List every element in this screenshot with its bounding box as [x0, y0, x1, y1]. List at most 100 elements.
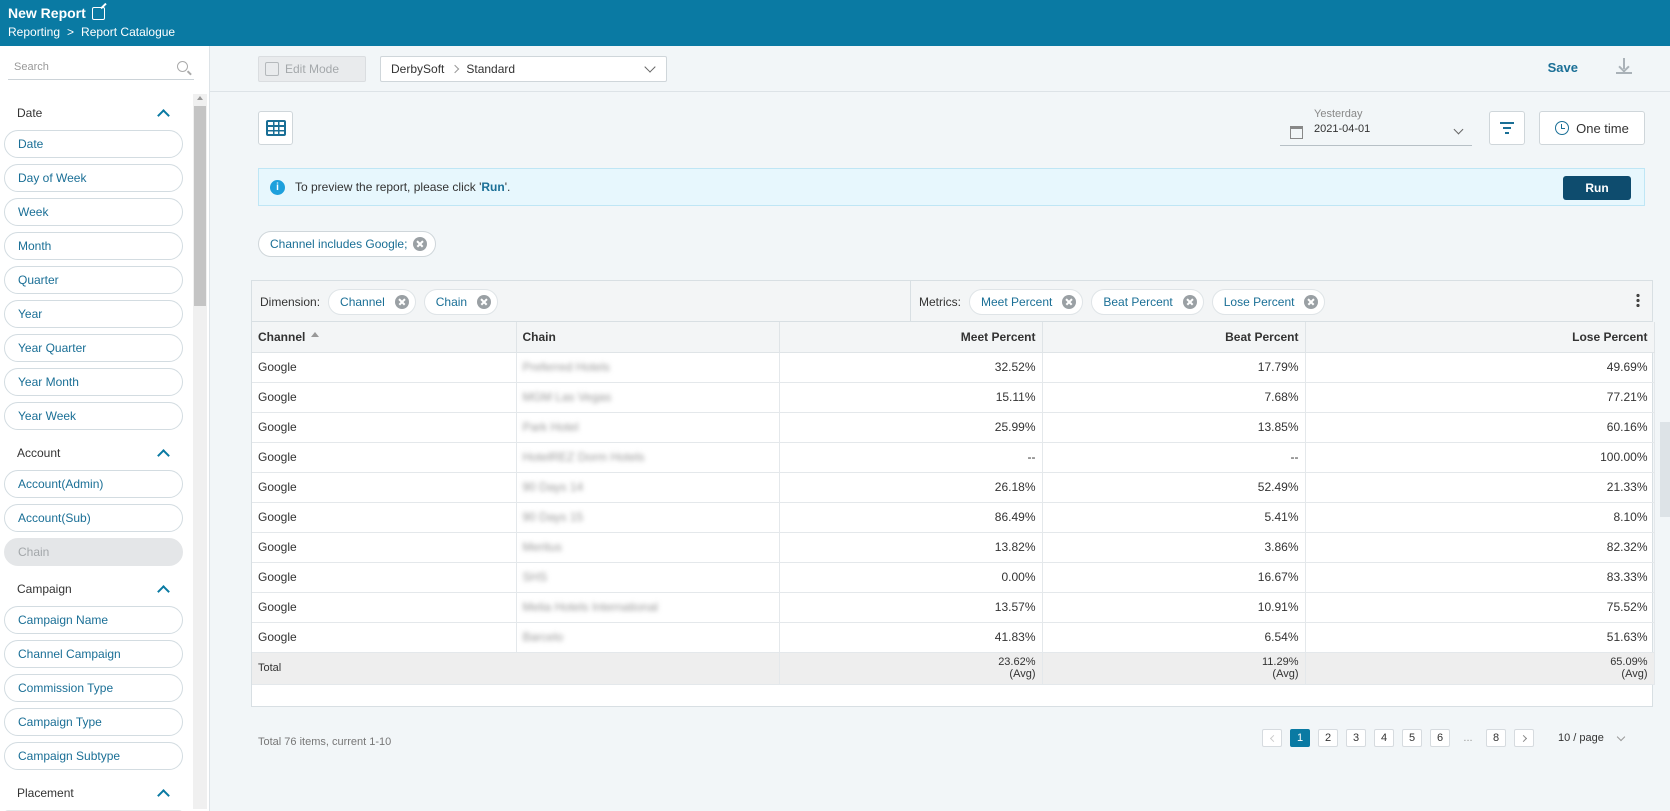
page-button[interactable]: 8	[1486, 729, 1506, 747]
field-year-quarter[interactable]: Year Quarter	[4, 334, 183, 362]
page-button[interactable]: 1	[1290, 729, 1310, 747]
scrollbar-thumb[interactable]	[194, 106, 206, 306]
chip-label: Channel	[340, 294, 385, 309]
next-page-button[interactable]	[1514, 729, 1534, 747]
chevron-up-icon[interactable]	[157, 585, 170, 598]
close-icon[interactable]	[413, 237, 428, 251]
date-picker[interactable]: Yesterday 2021-04-01	[1280, 108, 1472, 146]
breadcrumb-report-catalogue[interactable]: Report Catalogue	[81, 25, 175, 39]
page-button[interactable]: 6	[1430, 729, 1450, 747]
metric-chip-beat-percent[interactable]: Beat Percent	[1091, 288, 1204, 315]
dimension-chip-channel[interactable]: Channel	[328, 288, 416, 315]
group-date[interactable]: Date	[0, 96, 192, 130]
filter-button[interactable]	[1489, 111, 1525, 145]
field-quarter[interactable]: Quarter	[4, 266, 183, 294]
chevron-down-icon[interactable]	[1453, 124, 1464, 135]
metric-chip-lose-percent[interactable]: Lose Percent	[1211, 288, 1326, 315]
cell-chain: HotelREZ Dorm Hotels	[516, 442, 780, 473]
close-icon[interactable]	[1062, 294, 1077, 309]
cell-lose-percent: 51.63%	[1305, 622, 1655, 653]
cell-chain: Barcelo	[516, 622, 780, 653]
more-vertical-icon[interactable]	[1636, 293, 1640, 307]
column-header-lose-percent[interactable]: Lose Percent	[1305, 322, 1655, 353]
cell-lose-percent: 49.69%	[1305, 352, 1655, 383]
page-button[interactable]: 3	[1346, 729, 1366, 747]
close-icon[interactable]	[1304, 294, 1319, 309]
table-header-row: Channel Chain Meet Percent Beat Percent …	[252, 322, 1655, 353]
cell-lose-percent: 75.52%	[1305, 592, 1655, 623]
page-button[interactable]: 2	[1318, 729, 1338, 747]
column-header-channel[interactable]: Channel	[252, 322, 517, 353]
chevron-up-icon[interactable]	[157, 449, 170, 462]
chain-name-blurred: MGM Las Vegas	[522, 390, 612, 404]
close-icon[interactable]	[1182, 294, 1197, 309]
report-table-panel: Dimension: Channel Chain Metrics: Meet P…	[251, 280, 1655, 707]
field-channel-campaign[interactable]: Channel Campaign	[4, 640, 183, 668]
info-run-word: Run	[481, 180, 505, 194]
cell-chain: MGM Las Vegas	[516, 382, 780, 413]
field-year[interactable]: Year	[4, 300, 183, 328]
group-campaign[interactable]: Campaign	[0, 572, 192, 606]
schedule-label: One time	[1576, 120, 1629, 136]
table-row: Google HotelREZ Dorm Hotels -- -- 100.00%	[252, 442, 1655, 473]
metric-chip-meet-percent[interactable]: Meet Percent	[969, 288, 1084, 315]
field-year-week[interactable]: Year Week	[4, 402, 183, 430]
field-campaign-type[interactable]: Campaign Type	[4, 708, 183, 736]
prev-page-button[interactable]	[1262, 729, 1282, 747]
dimension-chip-chain[interactable]: Chain	[423, 288, 499, 315]
edit-title-icon[interactable]	[91, 6, 105, 20]
field-campaign-name[interactable]: Campaign Name	[4, 606, 183, 634]
dimension-section: Dimension: Channel Chain	[252, 281, 499, 322]
field-account-admin[interactable]: Account(Admin)	[4, 470, 183, 498]
field-month[interactable]: Month	[4, 232, 183, 260]
field-week[interactable]: Week	[4, 198, 183, 226]
run-button[interactable]: Run	[1563, 176, 1631, 200]
field-date[interactable]: Date	[4, 130, 183, 158]
chain-name-blurred: Barcelo	[522, 630, 564, 644]
page-size-select[interactable]: 10 / page	[1558, 732, 1626, 744]
sort-ascending-icon[interactable]	[311, 331, 320, 337]
chevron-up-icon[interactable]	[157, 789, 170, 802]
group-account[interactable]: Account	[0, 436, 192, 470]
template-name: Standard	[466, 62, 516, 76]
sidebar-scrollbar[interactable]	[193, 94, 207, 809]
chevron-down-icon[interactable]	[644, 61, 656, 73]
search-icon[interactable]	[177, 61, 188, 72]
total-value: 11.29%	[1262, 656, 1299, 668]
close-icon[interactable]	[394, 294, 409, 309]
field-account-sub[interactable]: Account(Sub)	[4, 504, 183, 532]
page-scrollbar[interactable]	[1660, 422, 1670, 517]
table-view-button[interactable]	[258, 111, 293, 145]
cell-lose-percent: 82.32%	[1305, 532, 1655, 563]
column-header-beat-percent[interactable]: Beat Percent	[1042, 322, 1306, 353]
field-day-of-week[interactable]: Day of Week	[4, 164, 183, 192]
schedule-button[interactable]: One time	[1539, 111, 1645, 145]
cell-meet-percent: 26.18%	[779, 472, 1043, 503]
search-input[interactable]: Search	[8, 54, 194, 80]
info-message: To preview the report, please click 'Run…	[295, 180, 510, 194]
cell-beat-percent: 7.68%	[1042, 382, 1306, 413]
download-icon[interactable]	[1616, 58, 1632, 74]
close-icon[interactable]	[477, 294, 492, 309]
scroll-up-icon[interactable]	[197, 96, 203, 100]
save-button[interactable]: Save	[1548, 60, 1578, 75]
field-commission-type[interactable]: Commission Type	[4, 674, 183, 702]
page-ellipsis[interactable]: ...	[1458, 729, 1478, 747]
cell-lose-percent: 21.33%	[1305, 472, 1655, 503]
total-meet-percent: 23.62% (Avg)	[779, 652, 1043, 685]
chevron-up-icon[interactable]	[157, 109, 170, 122]
group-placement[interactable]: Placement	[0, 776, 192, 810]
preview-info-bar: i To preview the report, please click 'R…	[258, 168, 1645, 206]
column-header-meet-percent[interactable]: Meet Percent	[779, 322, 1043, 353]
breadcrumb-reporting[interactable]: Reporting	[8, 25, 60, 39]
page-button[interactable]: 4	[1374, 729, 1394, 747]
page-button[interactable]: 5	[1402, 729, 1422, 747]
cell-meet-percent: 13.82%	[779, 532, 1043, 563]
template-select[interactable]: DerbySoft Standard	[380, 56, 667, 82]
cell-chain: Park Hotel	[516, 412, 780, 443]
field-campaign-subtype[interactable]: Campaign Subtype	[4, 742, 183, 770]
filter-chip[interactable]: Channel includes Google;	[258, 231, 437, 257]
cell-lose-percent: 83.33%	[1305, 562, 1655, 593]
field-year-month[interactable]: Year Month	[4, 368, 183, 396]
column-header-chain[interactable]: Chain	[516, 322, 780, 353]
